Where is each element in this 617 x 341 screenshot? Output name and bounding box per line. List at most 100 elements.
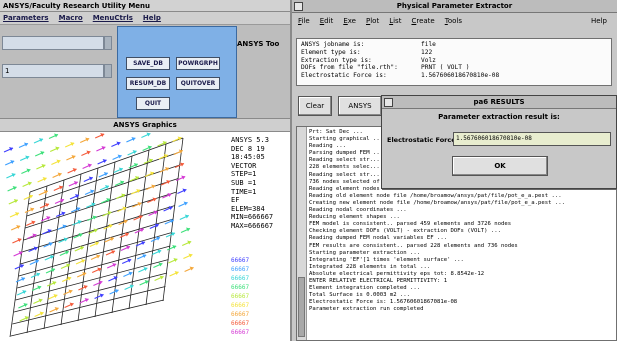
info-max: MAX=666667	[231, 221, 274, 230]
info-time: 18:45:05	[231, 153, 265, 162]
info-step: STEP=1	[231, 170, 257, 179]
menu-help[interactable]: Help	[591, 17, 607, 25]
force-field-label: Electrostatic Force:	[387, 136, 459, 144]
menu-menuctrls[interactable]: MenuCtrls	[93, 14, 133, 22]
ppe-title: Physical Parameter Extractor	[396, 2, 513, 10]
ppe-menubar: File Edit Exe Plot List Create Tools	[292, 14, 617, 28]
menu-file[interactable]: File	[298, 17, 310, 25]
info-elem: ELEM=384	[231, 204, 265, 213]
powrgrph-button[interactable]: POWRGRPH	[176, 57, 220, 70]
menu-help[interactable]: Help	[143, 14, 161, 22]
console-line: Reading old element node file /home/broa…	[309, 192, 562, 199]
menu-parameters[interactable]: Parameters	[3, 14, 49, 22]
info-sub: SUB =1	[231, 178, 257, 187]
menu-macro[interactable]: Macro	[59, 14, 83, 22]
results-dialog: pa6 RESULTS Parameter extraction result …	[381, 95, 617, 189]
info-element-type-row: Element type is: 122	[301, 49, 607, 57]
menu-edit[interactable]: Edit	[320, 17, 334, 25]
scrollbar-thumb[interactable]	[298, 277, 305, 337]
color-legend: 66667 66667 66667 66667 66667 66667 6666…	[228, 256, 290, 337]
ansys-button[interactable]: ANSYS	[338, 96, 382, 116]
mesh-line	[13, 272, 168, 313]
ansys-menubar: Parameters Macro MenuCtrls Help	[0, 12, 290, 25]
mesh-line	[9, 191, 31, 338]
info-label: Electrostatic Force is:	[301, 72, 387, 80]
console-line: ENTER RELATIVE ELECTRICAL PERMITTIVITY: …	[309, 277, 448, 284]
quit-button[interactable]: QUIT	[136, 97, 170, 110]
dialog-title: pa6 RESULTS	[473, 98, 525, 106]
console-line: Integrated 228 elements in total ...	[309, 263, 431, 270]
ansys-toolbar-title: ANSYS Too	[237, 40, 280, 48]
ansys-window: ANSYS/Faculty Research Utility Menu Para…	[0, 0, 290, 341]
history-scrollbar[interactable]	[104, 64, 112, 78]
menu-exe[interactable]: Exe	[343, 17, 356, 25]
command-input-field[interactable]	[2, 36, 104, 50]
menu-create[interactable]: Create	[411, 17, 434, 25]
graphics-canvas[interactable]	[0, 132, 228, 341]
console-line: Creating new element node file /home/bro…	[309, 199, 565, 206]
mesh-line	[28, 151, 182, 205]
save-db-button[interactable]: SAVE_DB	[126, 57, 170, 70]
quitover-button[interactable]: QUITOVER	[176, 77, 220, 90]
mesh-line	[15, 259, 169, 301]
menu-list[interactable]: List	[389, 17, 401, 25]
info-value: 1.567606018670810e-08	[421, 72, 500, 80]
force-value-field[interactable]: 1.567606018670810e-08	[453, 132, 611, 146]
mesh-line	[21, 205, 176, 253]
info-min: MIN=666667	[231, 213, 274, 222]
legend-entry: 66667	[231, 284, 250, 291]
mesh-line	[29, 137, 184, 193]
legend-entry: 66667	[231, 311, 250, 318]
console-line: Integrating 'EF'[1 times 'element surfac…	[309, 256, 464, 263]
info-force-row: Electrostatic Force is: 1.56760601867081…	[301, 72, 607, 80]
dialog-message: Parameter extraction result is:	[438, 113, 560, 121]
mesh-line	[18, 232, 172, 277]
extraction-info-box: ANSYS jobname is: file Element type is: …	[296, 38, 612, 86]
mesh-line	[26, 164, 180, 217]
legend-entry: 66667	[231, 320, 250, 327]
info-time-value: TIME=1	[231, 187, 257, 196]
info-plot-type: VECTOR	[231, 161, 257, 170]
ansys-titlebar: ANSYS/Faculty Research Utility Menu	[0, 0, 290, 12]
console-line: Total Surface is 0.0003 m2 ...	[309, 292, 411, 299]
legend-entry: 66667	[231, 302, 250, 309]
ansys-input-area: 1	[0, 26, 115, 118]
ok-button[interactable]: OK	[452, 156, 548, 176]
resum-db-button[interactable]: RESUM_DB	[126, 77, 170, 90]
info-label: ANSYS jobname is:	[301, 41, 365, 48]
info-jobname-row: ANSYS jobname is: file	[301, 41, 607, 49]
legend-entry: 66667	[231, 275, 250, 282]
menu-plot[interactable]: Plot	[366, 17, 379, 25]
console-line: Checking element DOFs (VOLT) - extractio…	[309, 228, 501, 235]
ppe-titlebar: Physical Parameter Extractor	[292, 0, 617, 13]
window-menu-icon[interactable]	[294, 2, 303, 11]
legend-entry: 66667	[231, 266, 250, 273]
window-menu-icon[interactable]	[384, 98, 393, 107]
input-scrollbar[interactable]	[104, 36, 112, 50]
info-value: PRNT ( VOLT )	[421, 64, 470, 72]
info-value: 122	[421, 48, 433, 56]
dialog-titlebar: pa6 RESULTS	[382, 96, 616, 109]
info-extraction-type-row: Extraction type is: Volz	[301, 57, 607, 65]
console-line: Reducing element shapes ...	[309, 214, 400, 221]
console-scrollbar[interactable]	[297, 127, 307, 340]
console-line: Parameter extraction run completed	[309, 306, 424, 313]
console-line: Absolute electrical permittivity eps tot…	[309, 270, 485, 277]
command-history-field[interactable]: 1	[2, 64, 104, 78]
console-line: Reading nodal coordinates ...	[309, 207, 407, 214]
clear-button[interactable]: Clear	[298, 96, 332, 116]
info-dofs-row: DOFs from file "file.rth": PRNT ( VOLT )	[301, 64, 607, 72]
vector-plot	[3, 132, 194, 338]
console-line: FEM model is consistent.. parsed 459 ele…	[309, 221, 512, 228]
info-value: Volz	[421, 56, 436, 64]
ansys-toolbar-panel: SAVE_DB POWRGRPH RESUM_DB QUITOVER QUIT	[117, 26, 237, 118]
info-version: ANSYS 5.3	[231, 136, 269, 144]
legend-entry: 66667	[231, 329, 250, 336]
info-label: Extraction type is:	[301, 56, 372, 64]
menu-tools[interactable]: Tools	[445, 17, 462, 25]
legend-entry: 66667	[231, 293, 250, 300]
info-label: Element type is:	[301, 48, 361, 56]
console-line: Electrostatic Force is: 1.56760601867081…	[309, 299, 458, 306]
info-quantity: EF	[231, 196, 240, 205]
info-value: file	[421, 41, 436, 48]
